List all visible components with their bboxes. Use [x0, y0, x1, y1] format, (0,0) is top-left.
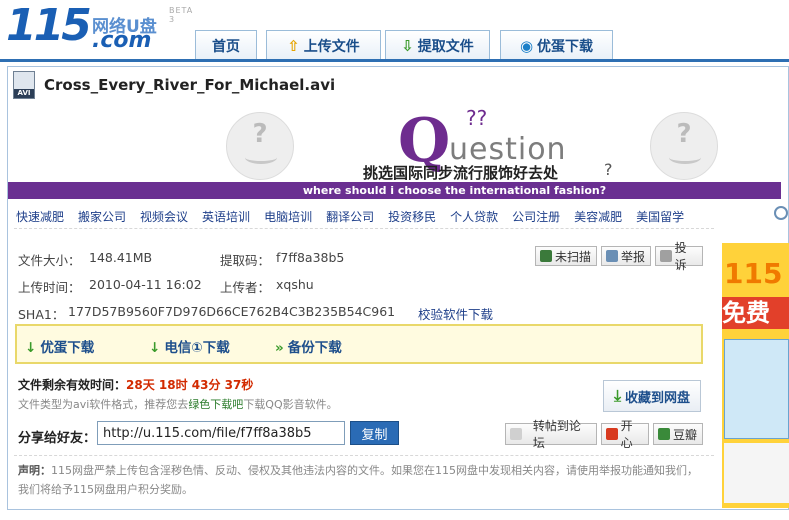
- banner-q-marks: ??: [466, 106, 488, 130]
- ad-link[interactable]: 快速减肥: [16, 208, 64, 225]
- side-ad-free: 免费: [722, 297, 789, 329]
- search-icon[interactable]: [774, 206, 788, 220]
- ad-link[interactable]: 美容减肥: [574, 208, 622, 225]
- ad-link[interactable]: 公司注册: [512, 208, 560, 225]
- face-left-icon: ?: [226, 112, 294, 180]
- tab-upload-label: 上传文件: [303, 38, 360, 55]
- douban-icon: [658, 428, 670, 440]
- tab-upload[interactable]: ⇧ 上传文件: [266, 30, 381, 60]
- download-arrow-icon: ⇩: [401, 36, 414, 55]
- green-download-link[interactable]: 绿色下载吧: [188, 398, 243, 411]
- share-url-input[interactable]: [97, 421, 345, 445]
- code-label: 提取码：: [220, 253, 271, 268]
- ad-link[interactable]: 个人贷款: [450, 208, 498, 225]
- side-ad-number: 115: [724, 257, 783, 290]
- ad-link[interactable]: 翻译公司: [326, 208, 374, 225]
- backup-download-link[interactable]: » 备份下载: [275, 336, 342, 356]
- code-value: f7ff8a38b5: [276, 250, 345, 265]
- document-icon: [510, 428, 522, 440]
- report-icon: [606, 250, 618, 262]
- banner-cn-text: 挑选国际同步流行服饰好去处: [363, 164, 559, 182]
- complain-button[interactable]: 投诉: [655, 241, 703, 272]
- shield-icon: [540, 250, 552, 262]
- ad-link[interactable]: 搬家公司: [78, 208, 126, 225]
- sha-value: 177D57B9560F7D976D66CE762B4C3B235B54C961: [68, 304, 396, 319]
- ad-link[interactable]: 电脑培训: [264, 208, 312, 225]
- double-down-arrow-icon: »: [275, 340, 284, 356]
- logo-beta: BETA 3: [169, 6, 194, 24]
- tab-home-label: 首页: [212, 38, 240, 55]
- ad-banner[interactable]: ? ? Q ?? uestion 挑选国际同步流行服饰好去处 ? where s…: [8, 104, 781, 199]
- tab-extract-label: 提取文件: [417, 38, 474, 55]
- copy-button[interactable]: 复制: [350, 421, 399, 445]
- share-label: 分享给好友：: [18, 431, 97, 446]
- nav-underline: [0, 59, 789, 62]
- side-ad-panel: [724, 443, 789, 503]
- logo[interactable]: 115 网络U盘 .com BETA 3: [6, 0, 192, 53]
- ad-links-row: 快速减肥 搬家公司 视频会议 英语培训 电脑培训 翻译公司 投资移民 个人贷款 …: [16, 208, 698, 225]
- banner-en-strip: where should i choose the international …: [8, 182, 781, 199]
- uploader-label: 上传者：: [220, 280, 271, 295]
- kaixin-share-button[interactable]: 开心: [601, 419, 649, 450]
- upload-arrow-icon: ⇧: [287, 36, 300, 55]
- telecom-download-link[interactable]: ↓ 电信①下载: [149, 336, 230, 356]
- logo-com-text: .com: [92, 28, 152, 53]
- ad-link[interactable]: 投资移民: [388, 208, 436, 225]
- ad-link[interactable]: 英语培训: [202, 208, 250, 225]
- logo-number: 115: [6, 0, 92, 51]
- down-arrow-icon: ↓: [25, 340, 37, 356]
- time-value: 2010-04-11 16:02: [89, 277, 202, 292]
- scan-button[interactable]: 未扫描: [535, 246, 597, 266]
- youdan-download-link[interactable]: ↓ 优蛋下载: [25, 336, 94, 356]
- verify-link[interactable]: 校验软件下载: [418, 304, 493, 323]
- banner-cn-question: ?: [604, 160, 613, 179]
- kaixin-icon: [606, 428, 618, 440]
- tab-youdan-label: 优蛋下载: [537, 38, 594, 55]
- divider: [14, 228, 714, 229]
- size-value: 148.41MB: [89, 250, 153, 265]
- uploader-value: xqshu: [276, 277, 314, 292]
- download-box: ↓ 优蛋下载 ↓ 电信①下载 » 备份下载: [15, 324, 703, 364]
- avi-file-icon: AVI: [13, 71, 35, 99]
- time-label: 上传时间：: [18, 280, 81, 295]
- tab-youdan[interactable]: ◉ 优蛋下载: [500, 30, 613, 60]
- forum-share-button[interactable]: 转帖到论坛: [505, 419, 597, 450]
- side-ad[interactable]: 115 免费: [722, 243, 789, 508]
- remaining-time: 文件剩余有效时间：28天 18时 43分 37秒: [18, 378, 254, 392]
- face-right-icon: ?: [650, 112, 718, 180]
- ad-link[interactable]: 美国留学: [636, 208, 684, 225]
- report-button[interactable]: 举报: [601, 246, 651, 266]
- remaining-time-value: 28天 18时 43分 37秒: [126, 378, 254, 392]
- down-arrow-icon: ↓: [149, 340, 161, 356]
- youdan-icon: ◉: [519, 36, 534, 55]
- side-ad-screenshot: [724, 339, 789, 439]
- declaration: 声明：115网盘严禁上传包含淫秽色情、反动、侵权及其他违法内容的文件。如果您在1…: [18, 464, 698, 496]
- complain-icon: [660, 250, 672, 262]
- size-label: 文件大小：: [18, 253, 81, 268]
- filetype-note: 文件类型为avi软件格式，推荐您去绿色下载吧下载QQ影音软件。: [18, 398, 338, 411]
- save-icon: ⤓: [613, 386, 622, 405]
- file-name: Cross_Every_River_For_Michael.avi: [44, 76, 336, 94]
- ad-link[interactable]: 视频会议: [140, 208, 188, 225]
- sha-label: SHA1：: [18, 307, 65, 322]
- collect-to-disk-button[interactable]: ⤓ 收藏到网盘: [603, 380, 701, 412]
- divider: [14, 455, 714, 456]
- douban-share-button[interactable]: 豆瓣: [653, 423, 703, 445]
- tab-extract[interactable]: ⇩ 提取文件: [385, 30, 490, 60]
- tab-home[interactable]: 首页: [195, 30, 257, 60]
